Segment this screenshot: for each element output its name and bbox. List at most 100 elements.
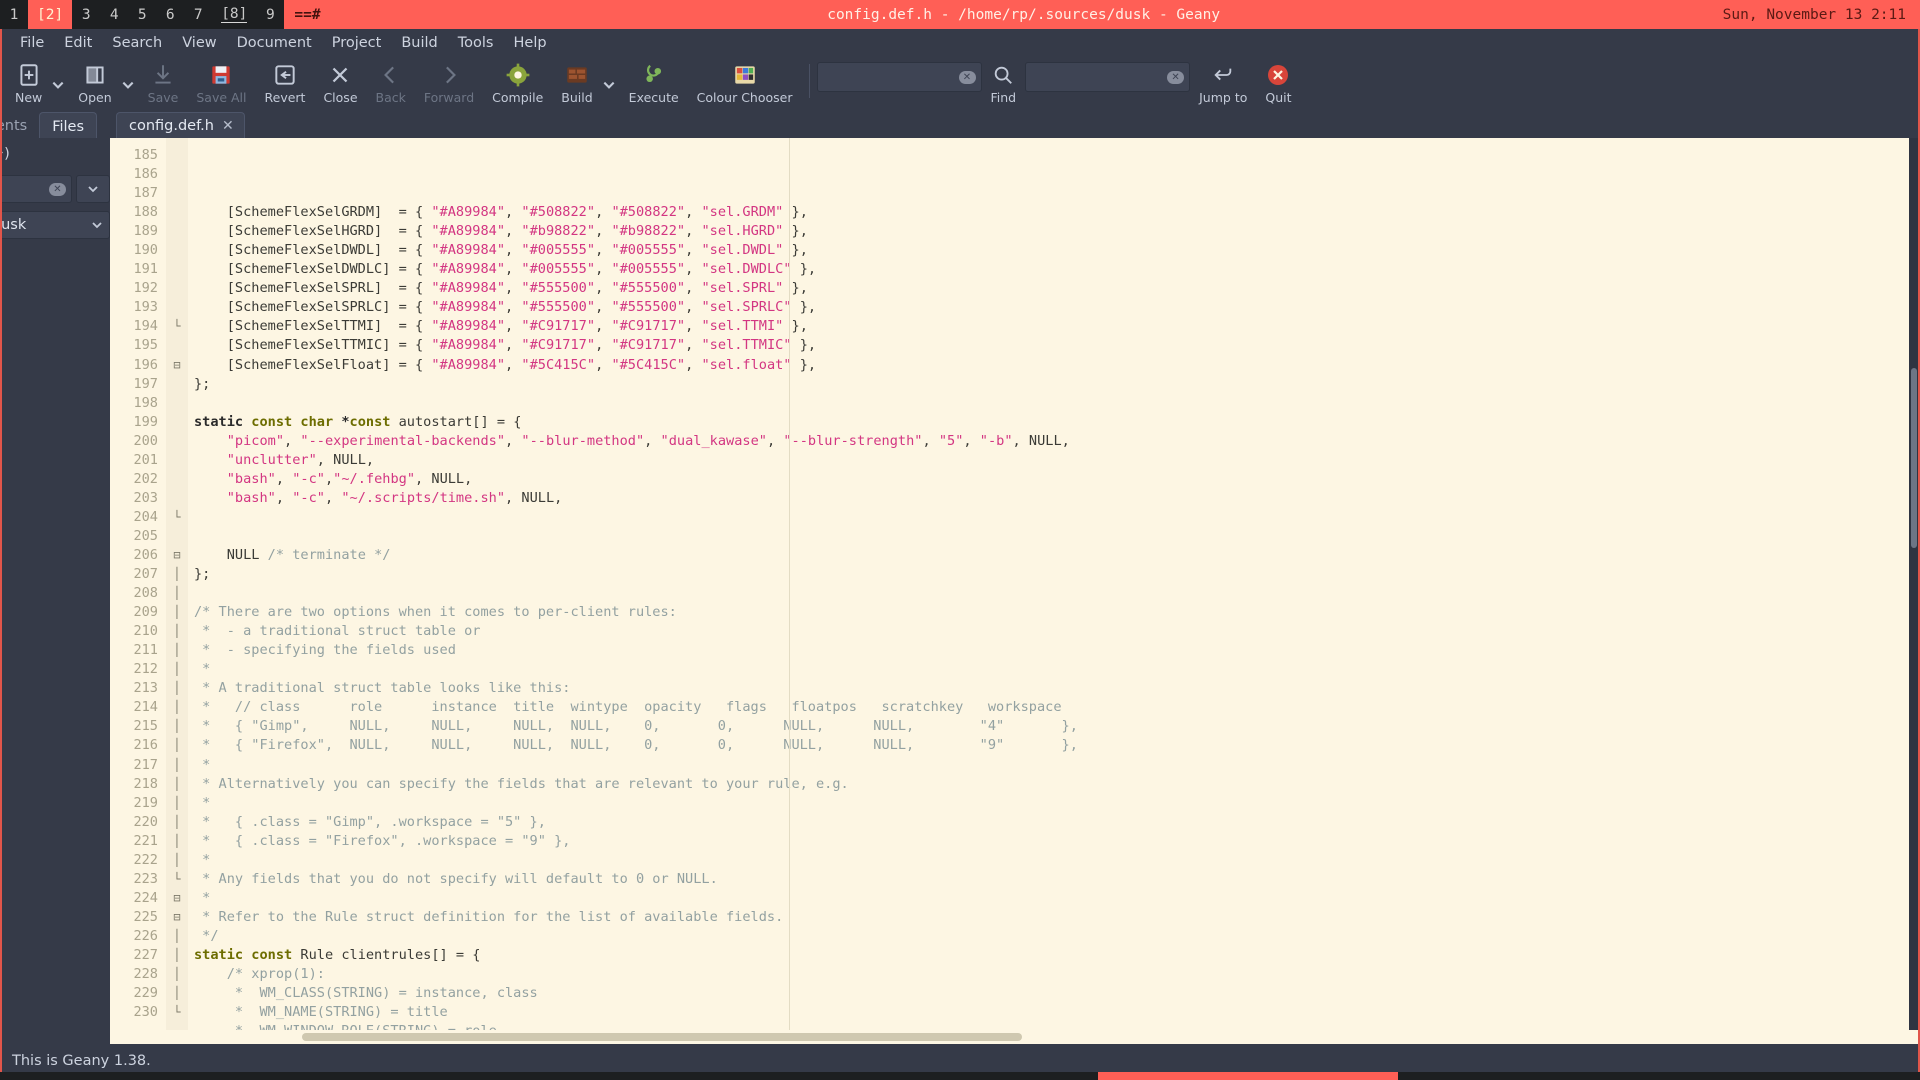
code-line[interactable]: *: [194, 660, 1918, 679]
code-line[interactable]: * Any fields that you do not specify wil…: [194, 870, 1918, 889]
vertical-scroll-thumb[interactable]: [1911, 368, 1917, 548]
code-line[interactable]: [194, 527, 1918, 546]
wm-tag-8[interactable]: [8]: [212, 0, 256, 29]
code-line[interactable]: [SchemeFlexSelSPRLC] = { "#A89984", "#55…: [194, 298, 1918, 317]
quit-button[interactable]: Quit: [1256, 56, 1300, 112]
wm-tag-9[interactable]: 9: [256, 0, 284, 29]
code-line[interactable]: "picom", "--experimental-backends", "--b…: [194, 432, 1918, 451]
find-button[interactable]: Find: [982, 56, 1026, 112]
menu-item-project[interactable]: Project: [322, 32, 392, 54]
menu-item-document[interactable]: Document: [227, 32, 322, 54]
jump-to-input[interactable]: ✕: [1025, 62, 1191, 92]
code-line[interactable]: [SchemeFlexSelTTMIC] = { "#A89984", "#C9…: [194, 336, 1918, 355]
build-button[interactable]: Build: [552, 56, 601, 112]
code-line[interactable]: *: [194, 794, 1918, 813]
code-line[interactable]: static const Rule clientrules[] = {: [194, 946, 1918, 965]
code-line[interactable]: /* xprop(1):: [194, 965, 1918, 984]
code-line[interactable]: *: [194, 889, 1918, 908]
revert-button[interactable]: Revert: [256, 56, 315, 112]
code-line[interactable]: * Refer to the Rule struct definition fo…: [194, 908, 1918, 927]
code-line[interactable]: * { "Gimp", NULL, NULL, NULL, NULL, 0, 0…: [194, 717, 1918, 736]
code-line[interactable]: };: [194, 565, 1918, 584]
close-button[interactable]: Close: [314, 56, 366, 112]
menu-item-tools[interactable]: Tools: [448, 32, 504, 54]
search-input[interactable]: ✕: [816, 62, 982, 92]
wm-tag-3[interactable]: 3: [72, 0, 100, 29]
fold-margin[interactable]: └ ⊟ └ ⊟ │ │ │ │ │ │ │ │ │ │ │ │ │ │ │ │ └ ⊟ ⊟ │ │ │ │ └: [166, 138, 188, 1030]
code-line[interactable]: * // class role instance title wintype o…: [194, 698, 1918, 717]
fold-marker[interactable]: ⊟: [166, 356, 188, 375]
wm-tag-7[interactable]: 7: [184, 0, 212, 29]
menu-item-search[interactable]: Search: [102, 32, 172, 54]
code-line[interactable]: [194, 508, 1918, 527]
sidebar-filter-dropdown[interactable]: [76, 175, 110, 203]
code-line[interactable]: *: [194, 756, 1918, 775]
sidebar-tab-ents[interactable]: ...ents: [2, 112, 39, 138]
code-line[interactable]: [194, 584, 1918, 603]
code-line[interactable]: [SchemeFlexSelSPRL] = { "#A89984", "#555…: [194, 279, 1918, 298]
code-line[interactable]: [SchemeFlexSelDWDLC] = { "#A89984", "#00…: [194, 260, 1918, 279]
fold-marker[interactable]: ⊟: [166, 889, 188, 908]
code-line[interactable]: [SchemeFlexSelFloat] = { "#A89984", "#5C…: [194, 356, 1918, 375]
wm-tag-4[interactable]: 4: [100, 0, 128, 29]
code-line[interactable]: * A traditional struct table looks like …: [194, 679, 1918, 698]
horizontal-scroll-thumb[interactable]: [302, 1033, 1022, 1041]
code-line[interactable]: static const char *const autostart[] = {: [194, 413, 1918, 432]
colour-chooser-button[interactable]: Colour Chooser: [688, 56, 802, 112]
code-line[interactable]: * WM_NAME(STRING) = title: [194, 1003, 1918, 1022]
clear-jumpto-icon[interactable]: ✕: [1167, 70, 1185, 84]
code-line[interactable]: * Alternatively you can specify the fiel…: [194, 775, 1918, 794]
code-view[interactable]: 185 186 187 188 189 190 191 192 193 194 195 196 197 1…: [110, 138, 1918, 1030]
jump-to-button[interactable]: Jump to: [1190, 56, 1256, 112]
code-line[interactable]: * - a traditional struct table or: [194, 622, 1918, 641]
horizontal-scrollbar[interactable]: [110, 1030, 1918, 1044]
code-line[interactable]: * { .class = "Gimp", .workspace = "5" },: [194, 813, 1918, 832]
wm-tag-5[interactable]: 5: [128, 0, 156, 29]
menu-item-file[interactable]: File: [10, 32, 54, 54]
clear-filter-icon[interactable]: ✕: [49, 182, 66, 196]
code-line[interactable]: "unclutter", NULL,: [194, 451, 1918, 470]
chevron-down-icon[interactable]: [121, 56, 139, 112]
vertical-scrollbar[interactable]: [1909, 138, 1918, 1030]
wm-tag-1[interactable]: 1: [0, 0, 28, 29]
code-line[interactable]: /* There are two options when it comes t…: [194, 603, 1918, 622]
code-line[interactable]: *: [194, 851, 1918, 870]
wm-tag-6[interactable]: 6: [156, 0, 184, 29]
code-line[interactable]: [SchemeFlexSelTTMI] = { "#A89984", "#C91…: [194, 317, 1918, 336]
code-text[interactable]: [SchemeFlexSelGRDM] = { "#A89984", "#508…: [188, 138, 1918, 1030]
wm-tag-list[interactable]: 1 [2] 3 4 5 6 7 [8] 9: [0, 0, 284, 29]
clear-search-icon[interactable]: ✕: [958, 70, 976, 84]
code-line[interactable]: [SchemeFlexSelGRDM] = { "#A89984", "#508…: [194, 203, 1918, 222]
document-tab[interactable]: config.def.h ✕: [116, 112, 245, 138]
code-line[interactable]: * WM_WINDOW_ROLE(STRING) = role: [194, 1022, 1918, 1030]
code-line[interactable]: * WM_CLASS(STRING) = instance, class: [194, 984, 1918, 1003]
menu-item-build[interactable]: Build: [391, 32, 447, 54]
code-line[interactable]: [194, 394, 1918, 413]
code-line[interactable]: "bash", "-c", "~/.scripts/time.sh", NULL…: [194, 489, 1918, 508]
menu-item-view[interactable]: View: [172, 32, 226, 54]
close-tab-icon[interactable]: ✕: [222, 118, 234, 134]
code-line[interactable]: */: [194, 927, 1918, 946]
sidebar-filter-input[interactable]: ✕: [2, 175, 72, 203]
code-line[interactable]: * { "Firefox", NULL, NULL, NULL, NULL, 0…: [194, 736, 1918, 755]
sidebar-tab-files[interactable]: Files: [39, 112, 98, 138]
code-line[interactable]: * { .class = "Firefox", .workspace = "9"…: [194, 832, 1918, 851]
chevron-down-icon[interactable]: [602, 56, 620, 112]
compile-button[interactable]: Compile: [483, 56, 552, 112]
wm-tag-2[interactable]: [2]: [28, 0, 73, 29]
menu-item-edit[interactable]: Edit: [54, 32, 102, 54]
execute-button[interactable]: Execute: [620, 56, 688, 112]
code-line[interactable]: "bash", "-c","~/.fehbg", NULL,: [194, 470, 1918, 489]
code-line[interactable]: * - specifying the fields used: [194, 641, 1918, 660]
code-line[interactable]: [SchemeFlexSelDWDL] = { "#A89984", "#005…: [194, 241, 1918, 260]
new-button[interactable]: New: [6, 56, 51, 112]
fold-marker[interactable]: ⊟: [166, 908, 188, 927]
code-line[interactable]: [SchemeFlexSelHGRD] = { "#A89984", "#b98…: [194, 222, 1918, 241]
menu-item-help[interactable]: Help: [504, 32, 557, 54]
wm-layout-symbol[interactable]: ==#: [284, 0, 331, 29]
sidebar-location-dropdown[interactable]: /dusk: [2, 211, 110, 239]
open-button[interactable]: Open: [69, 56, 120, 112]
code-line[interactable]: NULL /* terminate */: [194, 546, 1918, 565]
code-line[interactable]: };: [194, 375, 1918, 394]
chevron-down-icon[interactable]: [51, 56, 69, 112]
